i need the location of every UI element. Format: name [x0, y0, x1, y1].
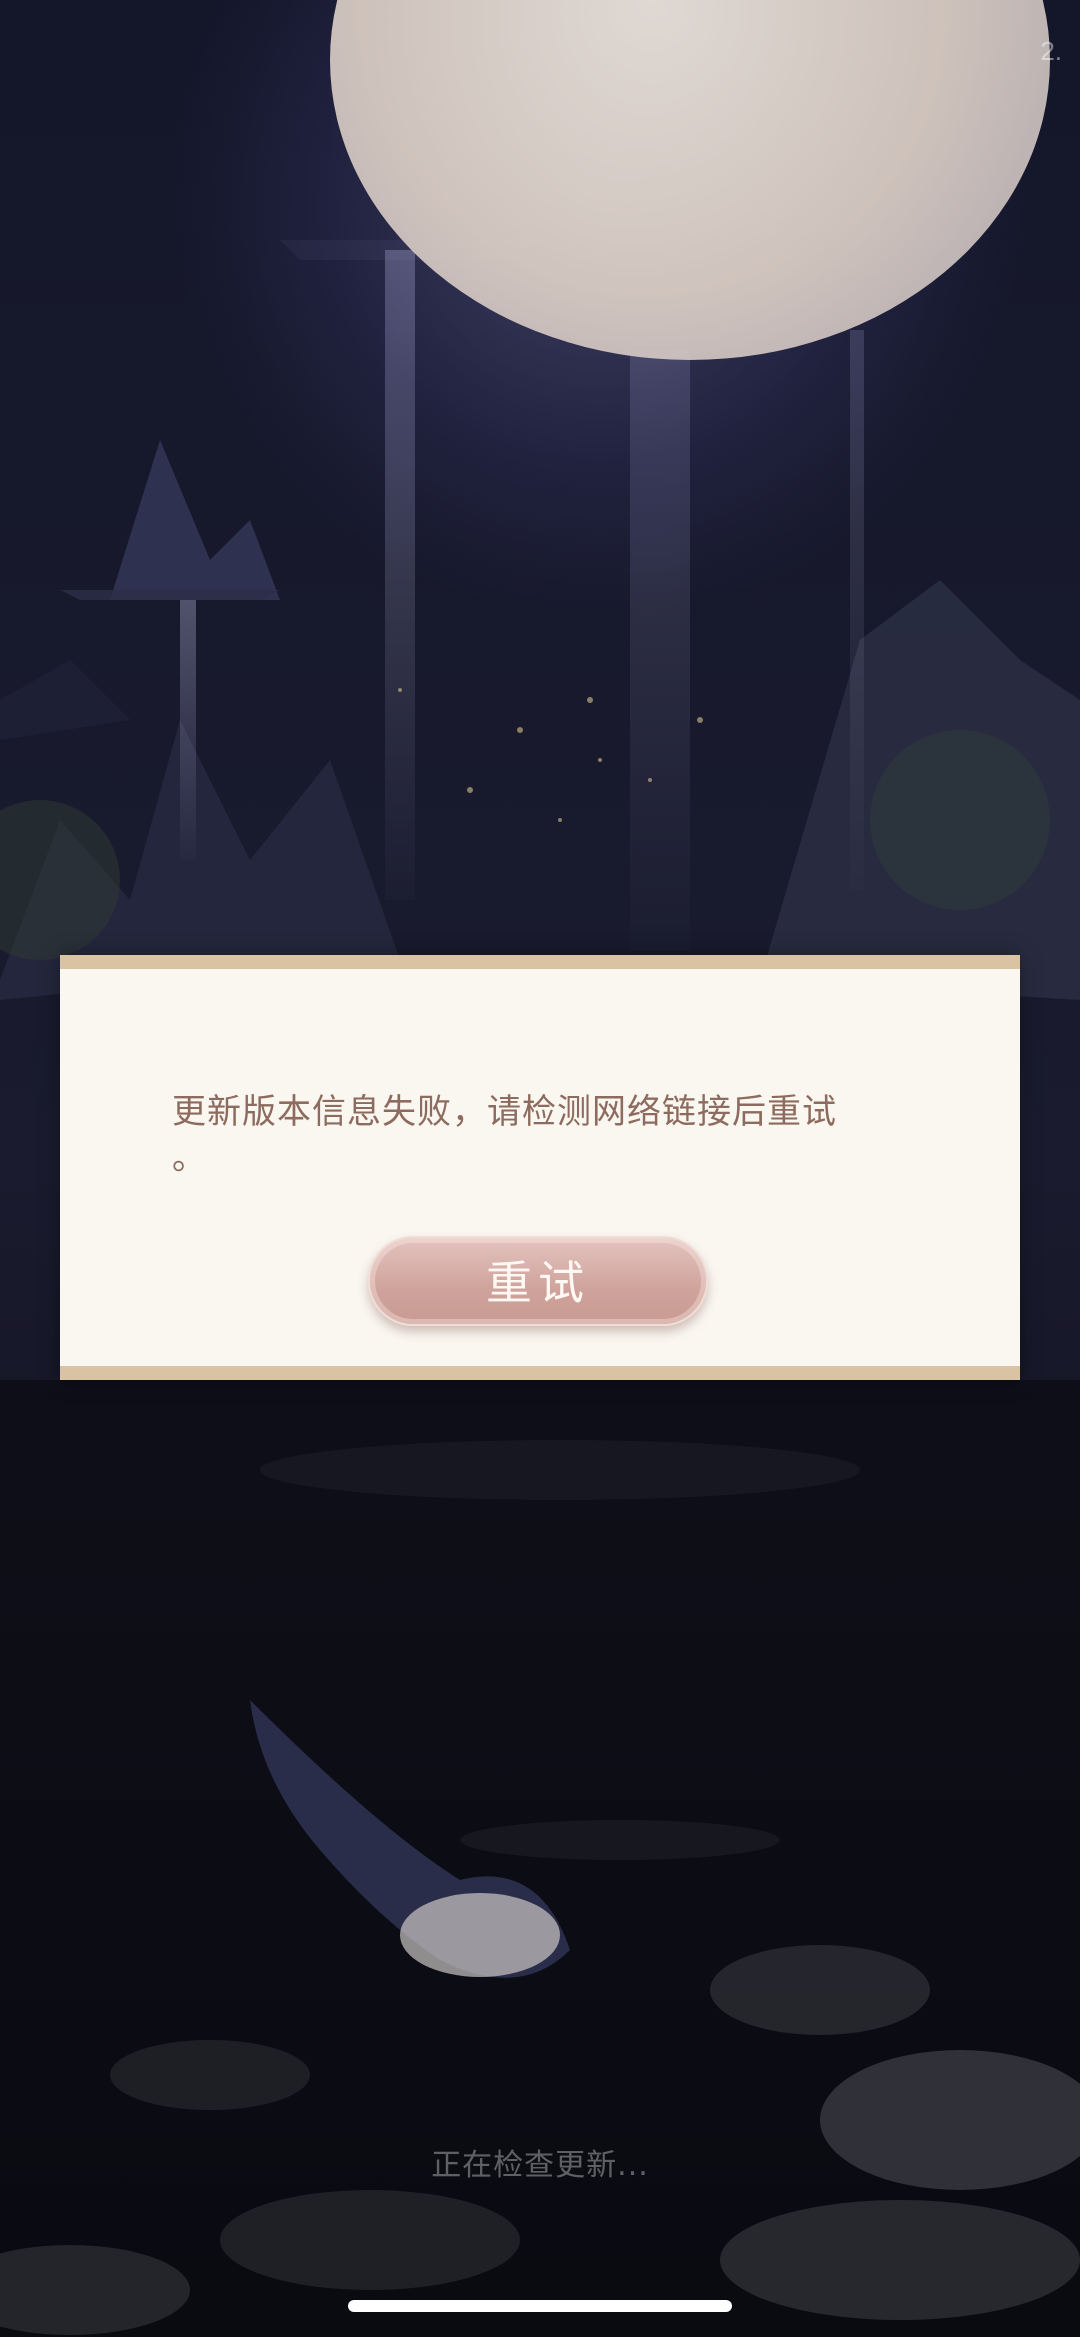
home-indicator[interactable]	[348, 2300, 732, 2312]
retry-button[interactable]: 重试	[368, 1236, 708, 1326]
update-failed-dialog: 更新版本信息失败，请检测网络链接后重试 。 重试	[60, 955, 1020, 1380]
dialog-message-line1: 更新版本信息失败，请检测网络链接后重试	[172, 1092, 837, 1132]
dialog-message-line2: 。	[172, 1138, 207, 1178]
version-label: 2.	[1040, 36, 1062, 66]
update-status-text: 正在检查更新...	[431, 2148, 649, 2183]
dialog-message: 更新版本信息失败，请检测网络链接后重试 。	[172, 1089, 892, 1181]
